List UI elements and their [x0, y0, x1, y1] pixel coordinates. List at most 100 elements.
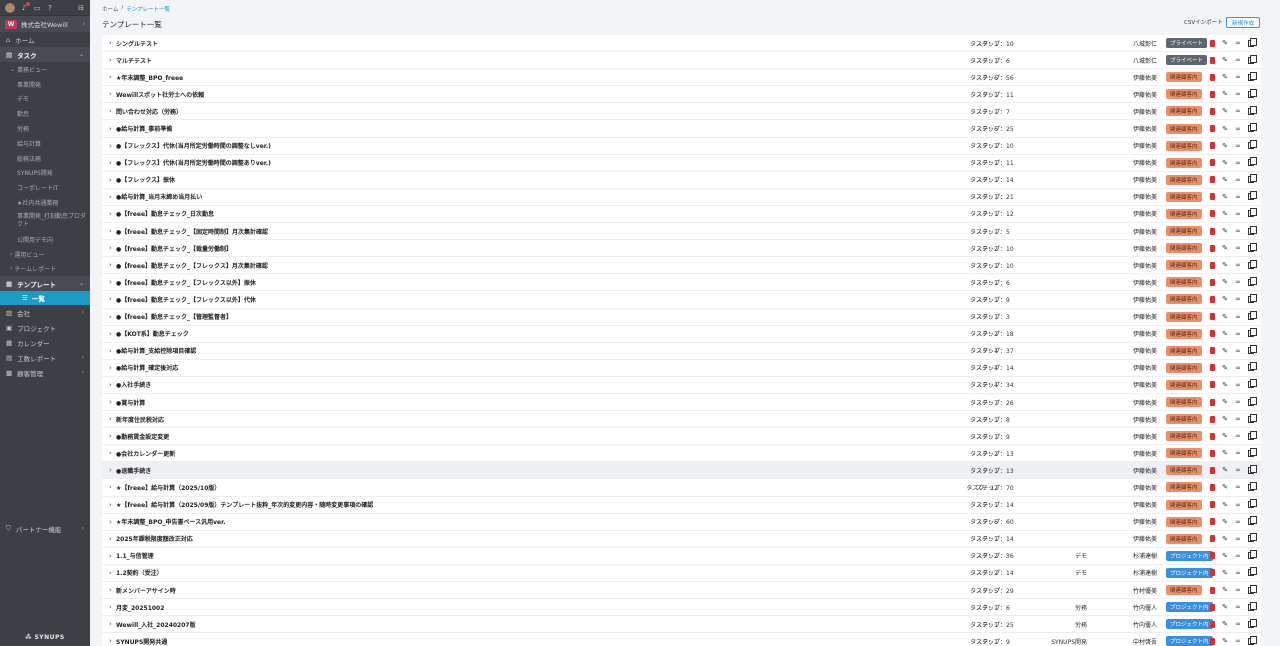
template-name[interactable]: 問い合わせ対応（労務）	[116, 107, 182, 116]
help-icon[interactable]: ?	[46, 4, 54, 12]
copy-icon[interactable]	[1247, 550, 1257, 560]
copy-icon[interactable]	[1247, 259, 1257, 269]
template-row[interactable]: › シングルテスト タスク：1 ステップ：10 八城彰仁 プライベート ✎ ∞	[102, 35, 1261, 53]
edit-icon[interactable]: ✎	[1221, 142, 1229, 150]
template-name[interactable]: ●退職手続き	[116, 466, 151, 475]
avatar[interactable]	[5, 2, 15, 13]
delete-icon[interactable]	[1208, 518, 1216, 526]
edit-icon[interactable]: ✎	[1221, 501, 1229, 509]
copy-icon[interactable]	[1247, 328, 1257, 338]
sidebar-item-template[interactable]: ▦ テンプレート ⌄	[0, 276, 90, 292]
link-icon[interactable]: ∞	[1234, 125, 1242, 133]
copy-icon[interactable]	[1247, 567, 1257, 577]
template-row[interactable]: › ●給与計算_支給控除項目確認 タスク：4 ステップ：37 伊藤佑美 関連顧客内 ✎ ∞	[102, 343, 1261, 360]
chevron-right-icon[interactable]: ›	[109, 620, 112, 628]
copy-icon[interactable]	[1247, 584, 1257, 594]
template-row[interactable]: › ●【freee】勤怠チェック_【フレックス以外】振休 タスク：1 ステップ：6 伊藤…	[102, 274, 1261, 292]
link-icon[interactable]: ∞	[1234, 193, 1242, 201]
link-icon[interactable]: ∞	[1234, 210, 1242, 218]
template-name[interactable]: ●【フレックス】振休	[116, 175, 175, 184]
template-row[interactable]: › 1.1_与信管理 タスク：2 ステップ：36 デモ 杉浦達樹 プロジェクト内 ✎ ∞	[102, 548, 1261, 565]
delete-icon[interactable]	[1208, 483, 1216, 491]
link-icon[interactable]: ∞	[1234, 586, 1242, 594]
delete-icon[interactable]	[1208, 449, 1216, 457]
edit-icon[interactable]: ✎	[1221, 449, 1229, 457]
template-row[interactable]: › ●【フレックス】振休 タスク：1 ステップ：14 伊藤佑美 関連顧客内 ✎ ∞	[102, 172, 1261, 189]
sidebar-item-company[interactable]: ▥ 会社 ›	[0, 305, 90, 320]
delete-icon[interactable]	[1208, 381, 1216, 389]
chevron-right-icon[interactable]: ›	[109, 295, 112, 303]
link-icon[interactable]: ∞	[1234, 415, 1242, 423]
link-icon[interactable]: ∞	[1234, 347, 1242, 355]
delete-icon[interactable]	[1208, 313, 1216, 321]
edit-icon[interactable]: ✎	[1221, 483, 1229, 491]
template-row[interactable]: › ●退職手続き タスク：1 ステップ：13 伊藤佑美 関連顧客内 ✎ ∞	[102, 462, 1261, 480]
copy-icon[interactable]	[1247, 379, 1257, 389]
chevron-right-icon[interactable]: ›	[109, 603, 112, 611]
chevron-right-icon[interactable]: ›	[109, 142, 112, 150]
template-row[interactable]: › ★年末調整_BPO_freee タスク：6 ステップ：56 伊藤佑美 関連顧客内 ✎ ∞	[102, 69, 1261, 87]
template-row[interactable]: › ●入社手続き タスク：4 ステップ：34 伊藤佑美 関連顧客内 ✎ ∞	[102, 377, 1261, 394]
chevron-right-icon[interactable]: ›	[109, 125, 112, 133]
delete-icon[interactable]	[1208, 159, 1216, 167]
delete-icon[interactable]	[1208, 278, 1216, 286]
copy-icon[interactable]	[1247, 71, 1257, 81]
company-switcher[interactable]: W 株式会社Wewill ›	[0, 16, 90, 32]
template-name[interactable]: ●【フレックス】代休(当月所定労働時間の調整なしver.)	[116, 141, 271, 150]
link-icon[interactable]: ∞	[1234, 159, 1242, 167]
link-icon[interactable]: ∞	[1234, 142, 1242, 150]
template-row[interactable]: › ●【フレックス】代休(当月所定労働時間の調整なしver.) タスク：1 ステップ：…	[102, 138, 1261, 155]
link-icon[interactable]: ∞	[1234, 56, 1242, 64]
sidebar-item-partner[interactable]: ⛉ パートナー機能 ›	[0, 521, 90, 536]
delete-icon[interactable]	[1208, 569, 1216, 577]
chevron-right-icon[interactable]: ›	[109, 535, 112, 543]
template-name[interactable]: 1.1_与信管理	[116, 551, 154, 560]
chevron-right-icon[interactable]: ›	[109, 398, 112, 406]
copy-icon[interactable]	[1247, 601, 1257, 611]
template-name[interactable]: SYNUPS開発共通	[116, 637, 167, 646]
template-name[interactable]: ●【freee】勤怠チェック_【固定時間制】月次集計確認	[116, 227, 268, 236]
template-name[interactable]: ●【freee】勤怠チェック_【フレックス以外】振休	[116, 278, 256, 287]
edit-icon[interactable]: ✎	[1221, 569, 1229, 577]
link-icon[interactable]: ∞	[1234, 603, 1242, 611]
delete-icon[interactable]	[1208, 227, 1216, 235]
link-icon[interactable]: ∞	[1234, 39, 1242, 47]
copy-icon[interactable]	[1247, 140, 1257, 150]
template-row[interactable]: › ●【KOT系】勤怠チェック タスク：2 ステップ：18 伊藤佑美 関連顧客内 ✎ ∞	[102, 326, 1261, 343]
link-icon[interactable]: ∞	[1234, 227, 1242, 235]
delete-icon[interactable]	[1208, 432, 1216, 440]
sidebar-item-work-report[interactable]: ▤ 工数レポート ›	[0, 350, 90, 365]
copy-icon[interactable]	[1247, 242, 1257, 252]
chevron-right-icon[interactable]: ›	[109, 637, 112, 645]
template-row[interactable]: › 2025年課税限度額改正対応 タスク：1 ステップ：14 伊藤佑美 関連顧客内 ✎ ∞	[102, 531, 1261, 548]
template-row[interactable]: › 新メンバーアサイン時 タスク：5 ステップ：29 竹村優美 関連顧客内 ✎ ∞	[102, 582, 1261, 600]
sidebar-view-item[interactable]: デモ	[0, 92, 90, 107]
copy-icon[interactable]	[1247, 464, 1257, 474]
copy-icon[interactable]	[1247, 293, 1257, 303]
sidebar-item-task[interactable]: ▤ タスク ⌄	[0, 47, 90, 62]
sidebar-item-project[interactable]: ▣ プロジェクト	[0, 320, 90, 335]
template-name[interactable]: ●【freee】勤怠チェック_【裁量労働制】	[116, 244, 232, 253]
edit-icon[interactable]: ✎	[1221, 330, 1229, 338]
chevron-right-icon[interactable]: ›	[109, 569, 112, 577]
link-icon[interactable]: ∞	[1234, 90, 1242, 98]
delete-icon[interactable]	[1208, 39, 1216, 47]
delete-icon[interactable]	[1208, 586, 1216, 594]
edit-icon[interactable]: ✎	[1221, 432, 1229, 440]
edit-icon[interactable]: ✎	[1221, 73, 1229, 81]
chevron-right-icon[interactable]: ›	[109, 449, 112, 457]
edit-icon[interactable]: ✎	[1221, 295, 1229, 303]
chevron-right-icon[interactable]: ›	[109, 313, 112, 321]
template-name[interactable]: ●会社カレンダー更新	[116, 449, 175, 458]
link-icon[interactable]: ∞	[1234, 176, 1242, 184]
delete-icon[interactable]	[1208, 535, 1216, 543]
edit-icon[interactable]: ✎	[1221, 398, 1229, 406]
link-icon[interactable]: ∞	[1234, 364, 1242, 372]
copy-icon[interactable]	[1247, 618, 1257, 628]
copy-icon[interactable]	[1247, 533, 1257, 543]
chevron-right-icon[interactable]: ›	[109, 90, 112, 98]
link-icon[interactable]: ∞	[1234, 483, 1242, 491]
template-name[interactable]: マルチテスト	[116, 56, 152, 65]
chevron-right-icon[interactable]: ›	[109, 415, 112, 423]
template-row[interactable]: › ●【freee】勤怠チェック_【固定時間制】月次集計確認 タスク：1 ステップ：5…	[102, 223, 1261, 241]
